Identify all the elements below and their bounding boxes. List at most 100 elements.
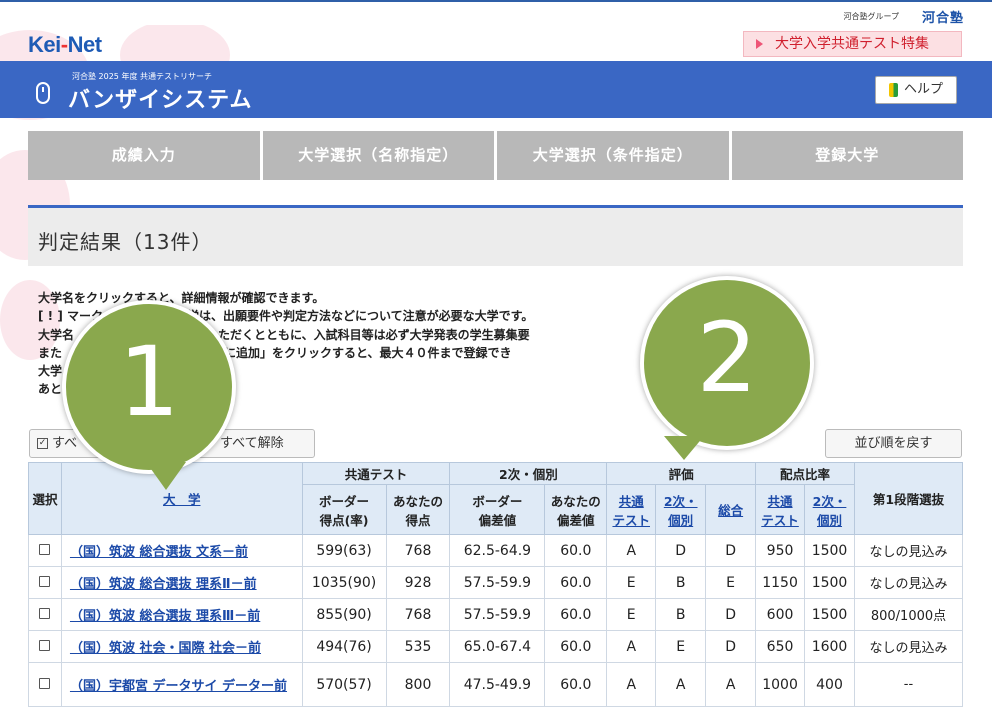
header-kyotsu: 共通テスト	[301, 462, 451, 485]
cell-e2: B	[655, 566, 707, 599]
header-your-score: あなたの 得点	[385, 484, 451, 535]
header-ratio: 配点比率	[755, 462, 855, 485]
tab-score-input[interactable]: 成績入力	[28, 131, 260, 180]
university-cell: （国）筑波 総合選抜 理系Ⅲ－前	[60, 598, 303, 631]
header-niji: 2次・個別	[449, 462, 608, 485]
cell-border: 1035(90)	[301, 566, 387, 599]
header-first-stage: 第1段階選抜	[854, 462, 963, 535]
cell-r1: 1150	[755, 566, 806, 599]
cell-r1: 600	[755, 598, 806, 631]
group-text: 河合塾グループ	[843, 12, 899, 21]
cell-r2: 1500	[804, 534, 855, 567]
row-checkbox[interactable]	[39, 575, 51, 587]
header-evaluation: 評価	[606, 462, 757, 485]
callout-pointer	[146, 462, 186, 490]
row-checkbox[interactable]	[39, 677, 51, 689]
cell-e2: B	[655, 598, 707, 631]
sort-eval-niji[interactable]: 2次・ 個別	[655, 484, 707, 535]
cell-r2: 1600	[804, 630, 855, 663]
cell-e2: D	[655, 534, 707, 567]
help-button[interactable]: ヘルプ	[875, 76, 957, 104]
sort-eval-kyotsu[interactable]: 共通 テスト	[606, 484, 657, 535]
sort-eval-total[interactable]: 総合	[705, 484, 757, 535]
cell-bdev: 57.5-59.9	[449, 598, 546, 631]
cell-score: 928	[385, 566, 451, 599]
arrow-right-icon	[756, 39, 763, 49]
sort-ratio-niji[interactable]: 2次・ 個別	[804, 484, 855, 535]
row-checkbox[interactable]	[39, 639, 51, 651]
university-link[interactable]: （国）筑波 総合選抜 文系－前	[70, 545, 248, 560]
cell-bdev: 57.5-59.9	[449, 566, 546, 599]
keinet-logo[interactable]: Kei-Net	[28, 32, 102, 58]
cell-score: 768	[385, 598, 451, 631]
header-border-dev: ボーダー 偏差値	[449, 484, 546, 535]
header-select: 選択	[28, 462, 62, 535]
cell-dev: 60.0	[544, 630, 608, 663]
top-bar: 河合塾グループ 河合塾	[0, 0, 992, 26]
callout-pointer	[664, 436, 704, 460]
page-title: 判定結果（13件）	[38, 230, 213, 254]
cell-score: 535	[385, 630, 451, 663]
cell-e1: E	[606, 566, 657, 599]
header-border-score: ボーダー 得点(率)	[301, 484, 387, 535]
cell-bdev: 65.0-67.4	[449, 630, 546, 663]
reset-sort-button[interactable]: 並び順を戻す	[825, 429, 962, 458]
note-line: 大学名をクリックすると、詳細情報が確認できます。	[38, 291, 325, 305]
cell-dev: 60.0	[544, 534, 608, 567]
cell-r2: 1500	[804, 566, 855, 599]
callout-badge-1: 1	[62, 300, 236, 474]
cell-dev: 60.0	[544, 566, 608, 599]
cell-e1: E	[606, 598, 657, 631]
cell-dev: 60.0	[544, 598, 608, 631]
row-select-cell	[28, 630, 62, 663]
row-select-cell	[28, 534, 62, 567]
system-title: バンザイシステム	[68, 88, 253, 113]
cell-first: 800/1000点	[854, 598, 963, 631]
university-link[interactable]: （国）筑波 社会・国際 社会－前	[70, 641, 261, 656]
university-link[interactable]: （国）筑波 総合選抜 理系Ⅱ－前	[70, 577, 257, 592]
cell-e3: E	[705, 566, 757, 599]
header-your-dev: あなたの 偏差値	[544, 484, 608, 535]
university-link[interactable]: （国）筑波 総合選抜 理系Ⅲ－前	[70, 609, 260, 624]
table-row: （国）筑波 総合選抜 理系Ⅱ－前 1035(90) 928 57.5-59.9 60.0…	[28, 566, 963, 599]
checkbox-icon: ✓	[37, 438, 48, 449]
mouse-icon	[36, 82, 50, 104]
cell-r1: 950	[755, 534, 806, 567]
table-row: （国）筑波 総合選抜 文系－前 599(63) 768 62.5-64.9 60.0 A D…	[28, 534, 963, 567]
cell-r1: 650	[755, 630, 806, 663]
table-row: （国）筑波 社会・国際 社会－前 494(76) 535 65.0-67.4 60.0 A…	[28, 630, 963, 663]
results-table: 選択 大 学 共通テスト 2次・個別 評価 配点比率 第1段階選抜 ボーダー 得点…	[28, 462, 963, 707]
cell-e1: A	[606, 534, 657, 567]
university-cell: （国）筑波 総合選抜 理系Ⅱ－前	[60, 566, 303, 599]
cell-first: なしの見込み	[854, 630, 963, 663]
university-cell: （国）筑波 総合選抜 文系－前	[60, 534, 303, 567]
tab-registered[interactable]: 登録大学	[731, 131, 963, 180]
main-tabs: 成績入力 大学選択（名称指定） 大学選択（条件指定） 登録大学	[28, 131, 963, 180]
beginner-mark-icon	[888, 82, 898, 97]
cell-bdev: 62.5-64.9	[449, 534, 546, 567]
cell-e2: E	[655, 630, 707, 663]
row-select-cell	[28, 566, 62, 599]
tab-select-by-name[interactable]: 大学選択（名称指定）	[262, 131, 494, 180]
deselect-all-button[interactable]: すべて解除	[220, 430, 284, 457]
cell-first: なしの見込み	[854, 566, 963, 599]
university-cell: （国）筑波 社会・国際 社会－前	[60, 630, 303, 663]
cell-e3: D	[705, 534, 757, 567]
cell-e3: D	[705, 598, 757, 631]
table-row: （国）筑波 総合選抜 理系Ⅲ－前 855(90) 768 57.5-59.9 60.0 E…	[28, 598, 963, 631]
kyotsu-test-feature-link[interactable]: 大学入学共通テスト特集	[743, 31, 962, 57]
row-select-cell	[28, 598, 62, 631]
cell-r2: 1500	[804, 598, 855, 631]
kawaijuku-logo[interactable]: 河合塾	[922, 7, 964, 26]
cell-first: なしの見込み	[854, 534, 963, 567]
cell-score: 768	[385, 534, 451, 567]
sort-ratio-kyotsu[interactable]: 共通 テスト	[755, 484, 806, 535]
cell-e1: A	[606, 630, 657, 663]
cell-border: 494(76)	[301, 630, 387, 663]
cell-border: 599(63)	[301, 534, 387, 567]
university-link[interactable]: （国）宇都宮 データサイ データー前	[70, 679, 287, 694]
tab-select-by-condition[interactable]: 大学選択（条件指定）	[497, 131, 729, 180]
row-checkbox[interactable]	[39, 543, 51, 555]
callout-badge-2: 2	[640, 276, 814, 450]
row-checkbox[interactable]	[39, 607, 51, 619]
